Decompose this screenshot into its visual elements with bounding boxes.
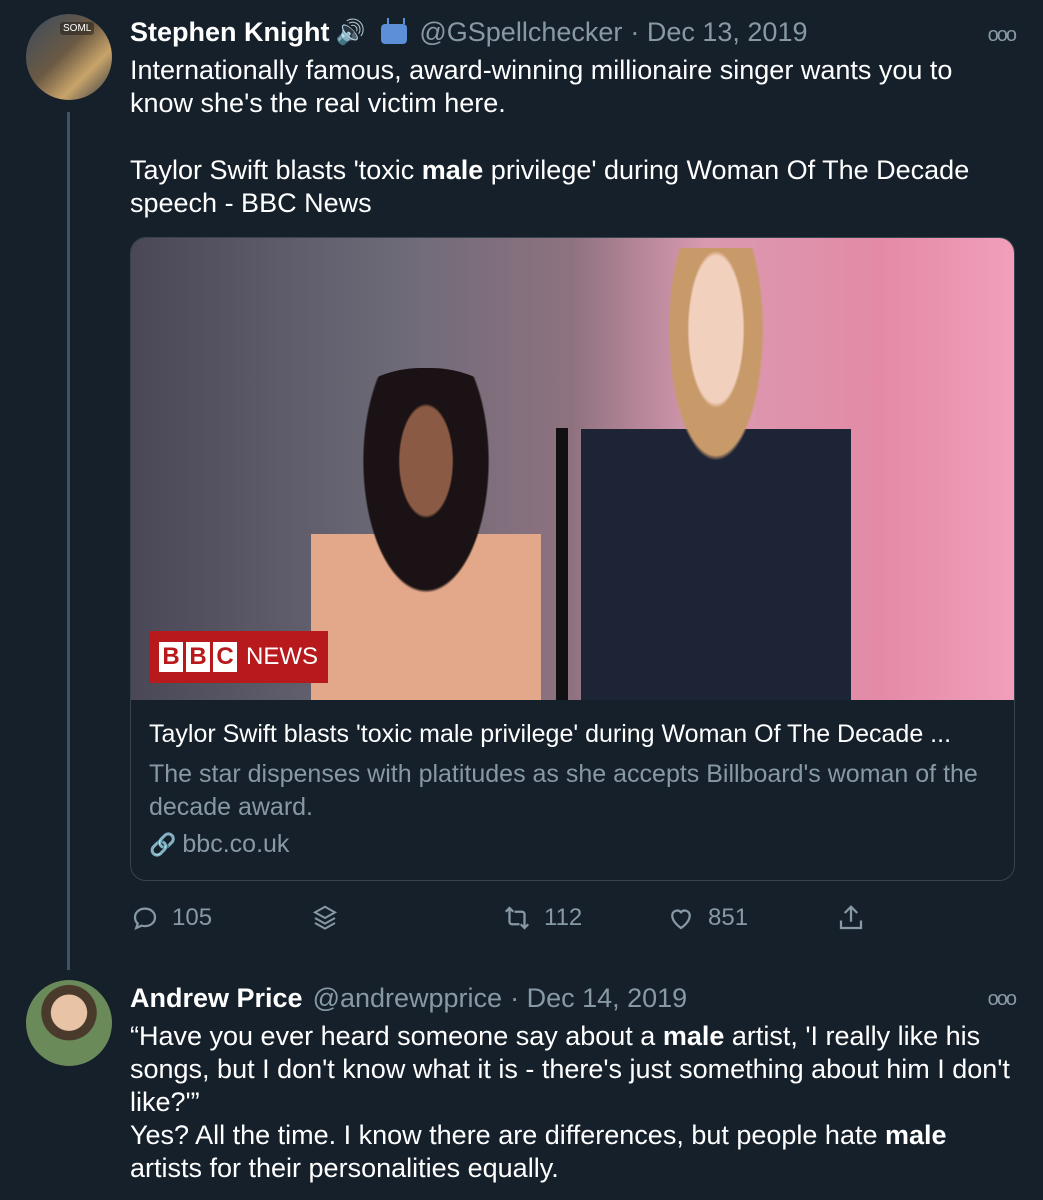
link-preview-card[interactable]: B B C NEWS Taylor Swift blasts 'toxic ma… [130, 237, 1015, 881]
image-person-right [581, 248, 851, 700]
bbc-logo-letter: B [186, 642, 210, 672]
tweet-text-span: artists for their personalities equally. [130, 1153, 559, 1183]
retweet-icon [504, 906, 530, 930]
more-horizontal-icon[interactable]: ooo [988, 988, 1017, 1011]
tweet-text-bold: male [885, 1120, 947, 1150]
tweet-text-paragraph-1: Internationally famous, award-winning mi… [130, 54, 1020, 120]
tweet-text-span: Yes? All the time. I know there are diff… [130, 1120, 885, 1150]
avatar-badge-text: SOML [60, 22, 95, 35]
tweet-text: “Have you ever heard someone say about a… [130, 1020, 1020, 1185]
card-link-text: bbc.co.uk [182, 830, 290, 858]
heart-icon [671, 909, 691, 930]
tweet-text-paragraph-2: Taylor Swift blasts 'toxic male privileg… [130, 154, 1020, 220]
author-handle[interactable]: @GSpellchecker [419, 17, 622, 48]
more-horizontal-icon[interactable]: ooo [988, 24, 1017, 47]
tweet-date[interactable]: · Dec 14, 2019 [510, 983, 687, 1014]
author-name[interactable]: Andrew Price [130, 983, 303, 1014]
thread-line [67, 112, 70, 970]
image-person-left [311, 368, 541, 700]
tweet-header: Stephen Knight 🔊 @GSpellchecker · Dec 13… [130, 14, 807, 50]
bbc-logo-letter: C [213, 642, 237, 672]
tweet-text-span: “Have you ever heard someone say about a [130, 1021, 663, 1051]
reply-count: 105 [172, 904, 213, 931]
card-description: The star dispenses with platitudes as sh… [149, 760, 978, 821]
author-name[interactable]: Stephen Knight [130, 17, 329, 48]
retweet-count: 112 [544, 904, 583, 931]
tweet-text-bold: male [421, 155, 484, 185]
like-button[interactable]: 851 [666, 903, 748, 933]
bbc-news-logo: B B C NEWS [149, 631, 328, 683]
share-button[interactable] [836, 903, 866, 933]
layers-icon [312, 905, 338, 930]
avatar-andrew-price[interactable] [26, 980, 112, 1066]
layers-button[interactable] [310, 903, 340, 933]
link-icon: 🔗 [149, 832, 177, 857]
tweet-stephen-knight[interactable]: SOML Stephen Knight 🔊 @GSpellchecker · D… [0, 0, 1043, 970]
speaker-icon: 🔊 [335, 18, 366, 46]
bbc-logo-news: NEWS [246, 643, 318, 670]
author-handle[interactable]: @andrewpprice [313, 983, 503, 1014]
card-image[interactable]: B B C NEWS [131, 238, 1014, 700]
bbc-logo-letter: B [159, 642, 183, 672]
reply-icon [133, 907, 157, 931]
tweet-text-span: Internationally famous, award-winning mi… [130, 55, 953, 118]
tweet-text-span: Taylor Swift blasts 'toxic [130, 155, 422, 185]
image-microphone-stand [556, 428, 568, 700]
tweet-actions: 105 112 851 [130, 903, 890, 943]
tweet-text-bold: male [662, 1021, 725, 1051]
card-title[interactable]: Taylor Swift blasts 'toxic male privileg… [149, 720, 999, 749]
tv-icon [381, 24, 408, 44]
tweet-header: Andrew Price @andrewpprice · Dec 14, 201… [130, 980, 687, 1016]
card-link[interactable]: 🔗 bbc.co.uk [149, 830, 289, 859]
tweet-date[interactable]: · Dec 13, 2019 [630, 17, 807, 48]
retweet-button[interactable]: 112 [502, 903, 582, 933]
like-count: 851 [708, 904, 749, 931]
share-icon [839, 905, 863, 930]
avatar-stephen-knight[interactable]: SOML [26, 14, 112, 100]
reply-button[interactable]: 105 [130, 903, 212, 933]
